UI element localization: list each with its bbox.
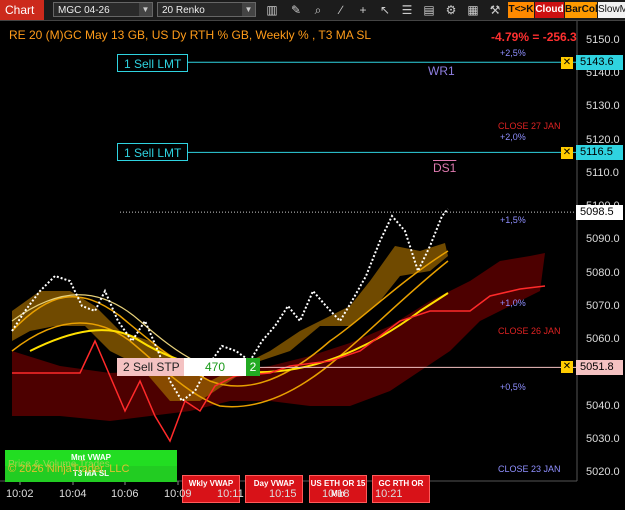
sell-stp-price: 5051.8 — [576, 360, 623, 375]
sell-lmt-order-1[interactable]: 1 Sell LMT — [117, 54, 189, 72]
pointer-icon[interactable]: ↖ — [377, 2, 393, 18]
price-tick-label: 5020.0 — [586, 466, 620, 478]
bar-type-selector[interactable]: 20 Renko ▼ — [157, 2, 256, 17]
stop-qty[interactable]: 2 — [246, 358, 260, 376]
barcol-button[interactable]: BarCol — [565, 2, 598, 18]
cancel-order-1-icon[interactable]: ✕ — [561, 57, 573, 69]
time-tick-label: 10:18 — [322, 488, 350, 500]
price-tick-label: 5080.0 — [586, 266, 620, 279]
label-plus-1-0: +1,0% — [500, 298, 526, 308]
label-plus-1-5: +1,5% — [500, 215, 526, 225]
bar-type-value: 20 Renko — [162, 5, 205, 16]
label-ds1: DS1 — [433, 161, 457, 175]
price-tick-label: 5130.0 — [586, 100, 620, 113]
time-tick-label: 10:02 — [6, 488, 34, 500]
plus-icon[interactable]: + — [355, 2, 371, 18]
label-wr1: WR1 — [428, 64, 455, 78]
time-tick-label: 10:11 — [217, 488, 244, 500]
cancel-order-2-icon[interactable]: ✕ — [561, 147, 573, 159]
bars-icon[interactable]: ▥ — [264, 2, 280, 18]
chart-toolbar: Chart MGC 04-26 ▼ 20 Renko ▼ ▥ ✎ ⌕ ∕ + ↖… — [0, 0, 625, 21]
chart-title: RE 20 (M)GC May 13 GB, US Dy RTH % GB, W… — [9, 28, 372, 42]
tab-chart[interactable]: Chart — [0, 0, 44, 20]
stop-pnl: 470 — [184, 358, 246, 376]
time-tick-label: 10:21 — [375, 488, 403, 500]
chevron-down-icon: ▼ — [242, 3, 255, 16]
instrument-selector[interactable]: MGC 04-26 ▼ — [53, 2, 153, 17]
pencil-icon[interactable]: ✎ — [288, 2, 304, 18]
copyright-text: © 2026 NinjaTrader, LLC — [8, 463, 130, 475]
sell-lmt-2-price: 5116.5 — [576, 145, 623, 160]
label-close-26-jan: CLOSE 26 JAN — [498, 326, 561, 336]
cancel-stop-icon[interactable]: ✕ — [561, 361, 573, 373]
grid-icon[interactable]: ▦ — [465, 2, 481, 18]
sell-stp-order[interactable]: 2 Sell STP — [117, 358, 186, 376]
change-readout: -4.79% = -256.3 — [491, 30, 577, 44]
price-tick-label: 5030.0 — [586, 432, 620, 445]
price-tick-label: 5110.0 — [586, 166, 619, 179]
chevron-down-icon: ▼ — [139, 3, 152, 16]
sell-lmt-1-price: 5143.6 — [576, 55, 623, 70]
price-tick-label: 5040.0 — [586, 399, 620, 412]
time-tick-label: 10:09 — [164, 488, 192, 500]
sell-lmt-order-2[interactable]: 1 Sell LMT — [117, 143, 189, 161]
price-tick-label: 5120.0 — [586, 133, 620, 146]
label-plus-2-0: +2,0% — [500, 132, 526, 142]
chart-panel[interactable]: RE 20 (M)GC May 13 GB, US Dy RTH % GB, W… — [0, 21, 625, 510]
current-price-tag: 5098.5 — [576, 205, 623, 220]
price-tick-label: 5090.0 — [586, 233, 620, 246]
label-plus-0-5: +0,5% — [500, 382, 526, 392]
instrument-value: MGC 04-26 — [58, 5, 110, 16]
price-tick-label: 5070.0 — [586, 299, 620, 312]
strategy-icon[interactable]: ⚙ — [443, 2, 459, 18]
price-tick-label: 5150.0 — [586, 34, 620, 46]
slowma-button[interactable]: SlowM — [598, 2, 625, 18]
time-tick-label: 10:15 — [269, 488, 297, 500]
settings-icon[interactable]: ⚒ — [487, 2, 503, 18]
tk-button[interactable]: T<>K — [508, 2, 534, 18]
price-chart[interactable] — [0, 21, 625, 510]
zoom-icon[interactable]: ⌕ — [310, 2, 326, 18]
time-tick-label: 10:04 — [59, 488, 87, 500]
label-close-23-jan: CLOSE 23 JAN — [498, 464, 561, 474]
time-tick-label: 10:06 — [111, 488, 139, 500]
price-tick-label: 5060.0 — [586, 333, 620, 346]
label-plus-2-5: +2,5% — [500, 48, 526, 58]
draw-line-icon[interactable]: ∕ — [333, 2, 349, 18]
cloud-button[interactable]: Cloud — [535, 2, 564, 18]
label-close-27-jan: CLOSE 27 JAN — [498, 121, 561, 131]
dom-icon[interactable]: ▤ — [421, 2, 437, 18]
properties-icon[interactable]: ☰ — [399, 2, 415, 18]
